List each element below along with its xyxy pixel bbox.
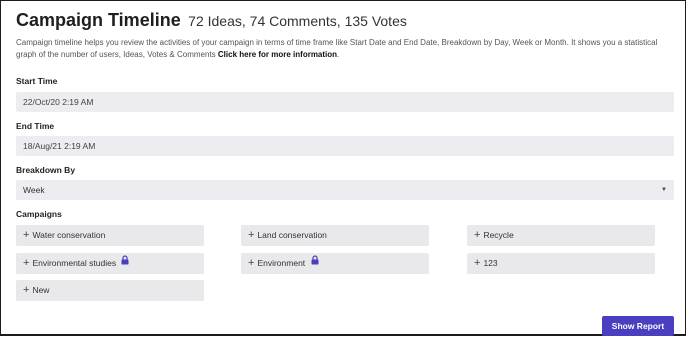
campaign-chip-land-conservation[interactable]: + Land conservation [241,225,429,246]
campaign-chip-environment[interactable]: + Environment [241,253,429,274]
campaign-timeline-panel: Campaign Timeline 72 Ideas, 74 Comments,… [0,0,686,336]
breakdown-select[interactable]: Week ▼ [16,180,674,200]
campaign-chip-123[interactable]: +123 [467,253,655,274]
campaign-chip-label: Environmental studies [32,258,117,268]
description-period: . [337,50,340,59]
campaign-chip-label: 123 [483,258,498,268]
page-title: Campaign Timeline [16,10,181,30]
start-time-label: Start Time [16,76,58,86]
plus-icon: + [474,229,481,241]
campaign-chip-label: Recycle [483,230,514,240]
lock-icon [311,252,319,273]
campaign-stats: 72 Ideas, 74 Comments, 135 Votes [188,13,407,29]
plus-icon: + [248,257,255,269]
campaign-chip-label: Land conservation [257,230,327,240]
campaign-chip-label: New [32,285,50,295]
campaign-chip-label: Environment [257,258,306,268]
show-report-button[interactable]: Show Report [602,316,674,336]
description: Campaign timeline helps you review the a… [16,37,674,61]
start-time-field[interactable]: 22/Oct/20 2:19 AM [16,92,674,112]
campaign-chip-environmental-studies[interactable]: + Environmental studies [16,253,204,274]
campaign-chip-recycle[interactable]: + Recycle [467,225,655,246]
plus-icon: + [474,257,481,269]
plus-icon: + [23,257,30,269]
plus-icon: + [248,229,255,241]
plus-icon: + [23,284,30,296]
end-time-label: End Time [16,121,55,131]
breakdown-label: Breakdown By [16,165,76,175]
campaign-chip-label: Water conservation [32,230,106,240]
campaign-chip-new[interactable]: + New [16,280,204,301]
more-info-link[interactable]: Click here for more information [218,50,337,59]
end-time-field[interactable]: 18/Aug/21 2:19 AM [16,136,674,156]
campaigns-label: Campaigns [16,209,62,219]
breakdown-selected-value: Week [23,185,45,195]
plus-icon: + [23,229,30,241]
lock-icon [121,252,129,273]
dropdown-caret-icon: ▼ [661,187,667,193]
campaign-chip-water-conservation[interactable]: + Water conservation [16,225,204,246]
page-header: Campaign Timeline 72 Ideas, 74 Comments,… [16,10,407,31]
